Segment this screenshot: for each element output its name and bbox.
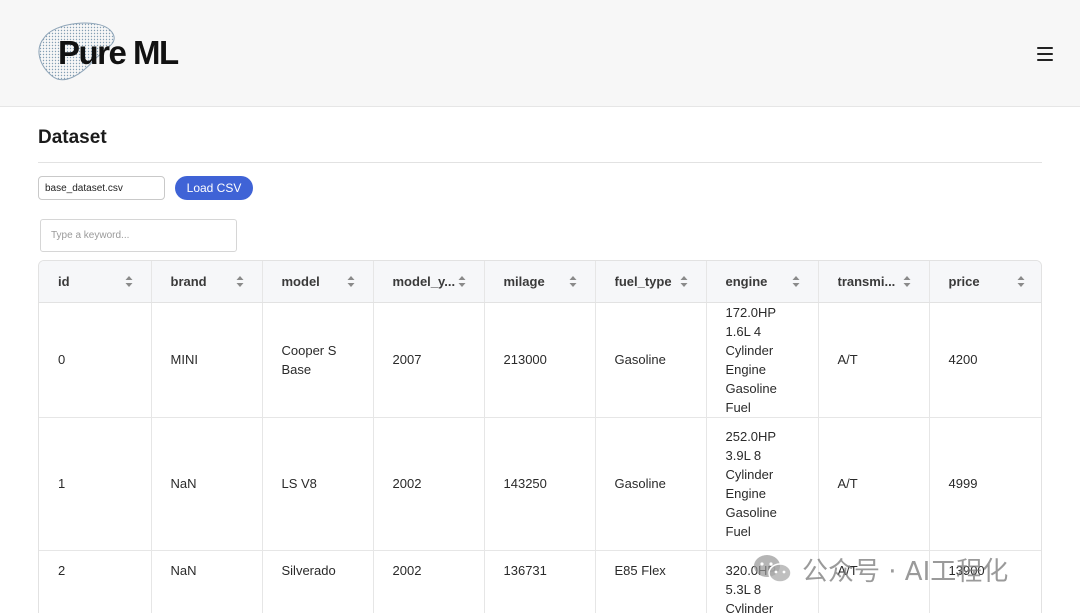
table-cell: 2002 bbox=[373, 417, 485, 551]
table-cell: E85 Flex bbox=[595, 550, 707, 613]
sort-icon[interactable] bbox=[792, 275, 800, 288]
table-cell: 13900 bbox=[929, 550, 1041, 613]
table-cell: Gasoline bbox=[595, 417, 707, 551]
column-header[interactable]: model_y... bbox=[373, 261, 485, 303]
menu-line bbox=[1037, 53, 1053, 55]
table-cell: 2002 bbox=[373, 550, 485, 613]
load-csv-button[interactable]: Load CSV bbox=[175, 176, 253, 200]
table-body: 0 MINI Cooper S Base 2007 213000 Gasoline 172.… bbox=[39, 302, 1041, 613]
sort-icon[interactable] bbox=[569, 275, 577, 288]
column-header-label: fuel_type bbox=[614, 274, 672, 290]
table-cell: Silverado bbox=[262, 550, 374, 613]
column-header[interactable]: model bbox=[262, 261, 374, 303]
title-divider bbox=[38, 162, 1042, 163]
table-header-row: id brand model model_y... milage fuel_type eng… bbox=[39, 261, 1041, 303]
sort-icon[interactable] bbox=[458, 275, 466, 288]
column-header-label: model_y... bbox=[392, 274, 456, 290]
keyword-search-input[interactable] bbox=[40, 219, 237, 252]
menu-line bbox=[1037, 47, 1053, 49]
column-header-label: id bbox=[58, 274, 70, 290]
sort-icon[interactable] bbox=[347, 275, 355, 288]
table-row[interactable]: 1 NaN LS V8 2002 143250 Gasoline 252.0HP 3.9L … bbox=[39, 417, 1041, 551]
table-cell: 136731 bbox=[484, 550, 596, 613]
table-cell: NaN bbox=[151, 550, 263, 613]
table-cell: NaN bbox=[151, 417, 263, 551]
column-header-label: transmi... bbox=[837, 274, 896, 290]
table-header: id brand model model_y... milage fuel_type eng… bbox=[39, 261, 1041, 303]
column-header[interactable]: engine bbox=[706, 261, 819, 303]
column-header-label: brand bbox=[170, 274, 207, 290]
column-header-label: model bbox=[281, 274, 320, 290]
column-header[interactable]: price bbox=[929, 261, 1041, 303]
column-header[interactable]: milage bbox=[484, 261, 596, 303]
table-cell: 2007 bbox=[373, 302, 485, 418]
table-cell: MINI bbox=[151, 302, 263, 418]
table-cell: 213000 bbox=[484, 302, 596, 418]
sort-icon[interactable] bbox=[125, 275, 133, 288]
column-header[interactable]: transmi... bbox=[818, 261, 930, 303]
column-header-label: milage bbox=[503, 274, 545, 290]
table-cell: 0 bbox=[39, 302, 152, 418]
column-header-label: price bbox=[948, 274, 980, 290]
table-cell: 4200 bbox=[929, 302, 1041, 418]
table-cell: A/T bbox=[818, 550, 930, 613]
main-content: Dataset Load CSV id brand model model_y... m… bbox=[0, 107, 1080, 613]
table-cell: 1 bbox=[39, 417, 152, 551]
sort-icon[interactable] bbox=[680, 275, 688, 288]
table-cell: 2 bbox=[39, 550, 152, 613]
page-title: Dataset bbox=[38, 127, 107, 148]
hamburger-menu-button[interactable] bbox=[1034, 44, 1058, 64]
dataset-table: id brand model model_y... milage fuel_type eng… bbox=[38, 260, 1042, 613]
table-cell: Gasoline bbox=[595, 302, 707, 418]
column-header-label: engine bbox=[725, 274, 768, 290]
table-cell: A/T bbox=[818, 302, 930, 418]
table-cell: A/T bbox=[818, 417, 930, 551]
table-cell: 143250 bbox=[484, 417, 596, 551]
column-header[interactable]: id bbox=[39, 261, 152, 303]
app-header: Pure ML bbox=[0, 0, 1080, 107]
pure-ml-logo[interactable]: Pure ML bbox=[36, 20, 206, 84]
table-row[interactable]: 0 MINI Cooper S Base 2007 213000 Gasoline 172.… bbox=[39, 302, 1041, 418]
table-cell: 172.0HP 1.6L 4 Cylinder Engine Gasoline … bbox=[706, 302, 819, 418]
table-cell: 4999 bbox=[929, 417, 1041, 551]
csv-file-input[interactable] bbox=[38, 176, 165, 200]
logo-text: Pure ML bbox=[58, 34, 179, 71]
table-cell: 252.0HP 3.9L 8 Cylinder Engine Gasoline … bbox=[706, 417, 819, 551]
sort-icon[interactable] bbox=[903, 275, 911, 288]
table-cell: Cooper S Base bbox=[262, 302, 374, 418]
sort-icon[interactable] bbox=[1017, 275, 1025, 288]
column-header[interactable]: brand bbox=[151, 261, 263, 303]
menu-line bbox=[1037, 59, 1053, 61]
sort-icon[interactable] bbox=[236, 275, 244, 288]
table-cell: LS V8 bbox=[262, 417, 374, 551]
table-cell: 320.0HP 5.3L 8 Cylinder bbox=[706, 550, 819, 613]
column-header[interactable]: fuel_type bbox=[595, 261, 707, 303]
table-row[interactable]: 2 NaN Silverado 2002 136731 E85 Flex 320.0HP 5… bbox=[39, 550, 1041, 613]
